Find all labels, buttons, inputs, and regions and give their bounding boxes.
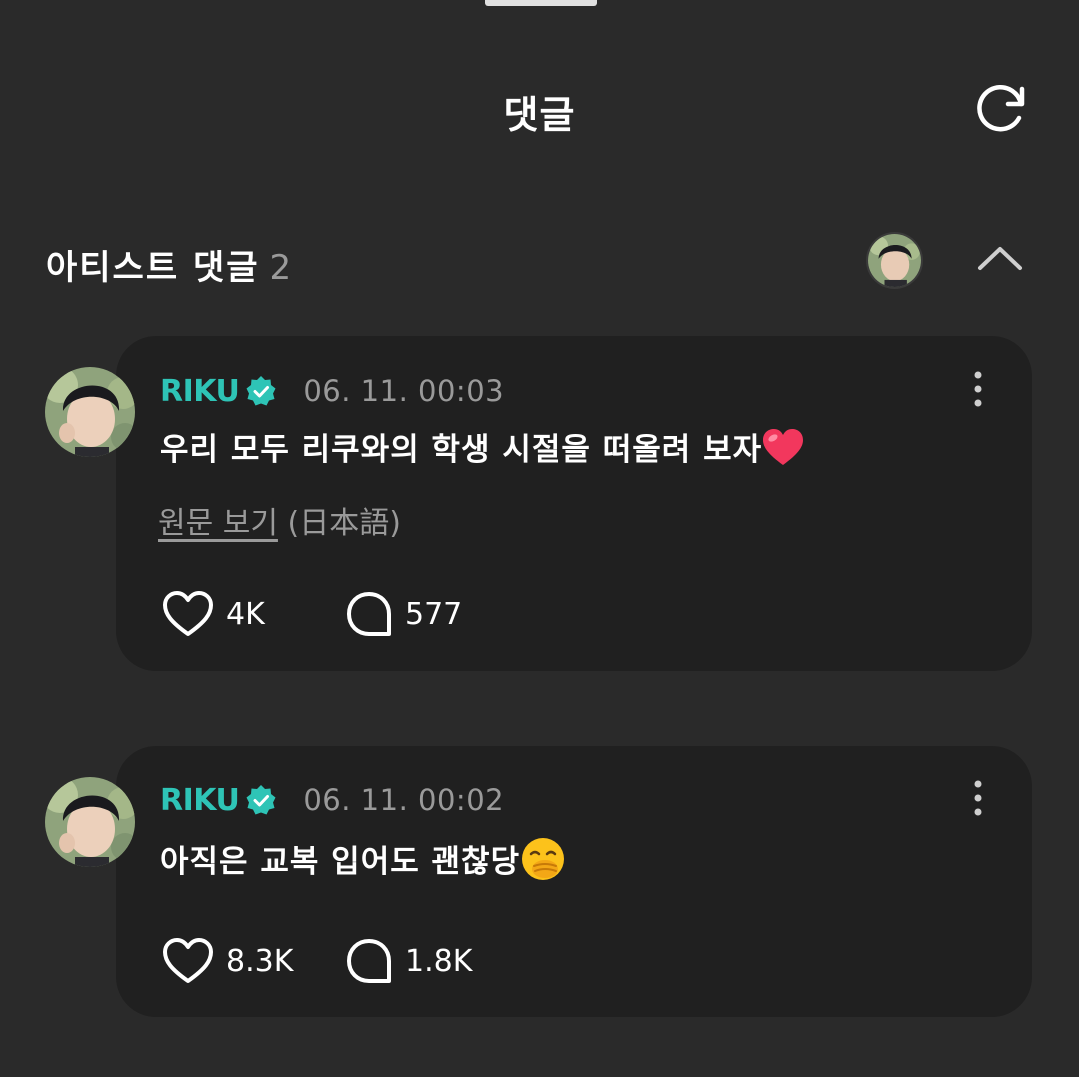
comment-avatar[interactable] xyxy=(45,367,135,457)
more-options-button[interactable] xyxy=(965,370,991,408)
like-button[interactable]: 8.3K xyxy=(162,937,293,985)
red-heart-icon xyxy=(763,429,804,465)
speech-bubble-icon xyxy=(347,592,391,636)
heart-outline-icon xyxy=(163,938,213,983)
collapse-button[interactable] xyxy=(974,238,1026,278)
verified-badge-icon xyxy=(246,785,276,815)
artist-comments-header: 아티스트 댓글 2 xyxy=(46,240,291,289)
like-count: 8.3K xyxy=(226,943,294,979)
comment-timestamp: 06. 11. 00:03 xyxy=(303,374,505,408)
comment-avatar[interactable] xyxy=(45,777,135,867)
reply-count: 1.8K xyxy=(405,943,473,979)
like-count: 4K xyxy=(226,596,265,632)
face-with-hand-over-mouth-icon xyxy=(522,838,565,880)
reply-count: 577 xyxy=(405,596,463,632)
translation-toggle: 원문 보기 (日本語) xyxy=(158,498,401,542)
like-button[interactable]: 4K xyxy=(162,590,265,638)
more-vertical-icon xyxy=(974,780,982,816)
refresh-icon xyxy=(977,85,1025,132)
avatar-image xyxy=(45,777,135,867)
reply-button[interactable]: 577 xyxy=(345,590,462,638)
comment-meta: RIKU 06. 11. 00:02 xyxy=(160,780,504,820)
artist-comments-count: 2 xyxy=(269,248,292,288)
avatar-image xyxy=(45,367,135,457)
comment-meta: RIKU 06. 11. 00:03 xyxy=(160,371,504,411)
comment-timestamp: 06. 11. 00:02 xyxy=(303,783,505,817)
more-options-button[interactable] xyxy=(965,779,991,817)
view-original-link[interactable]: 원문 보기 xyxy=(158,506,278,541)
comment-body: 우리 모두 리쿠와의 학생 시절을 떠올려 보자 xyxy=(160,424,804,469)
artist-comments-title: 아티스트 댓글 xyxy=(46,248,260,288)
original-language: (日本語) xyxy=(287,506,401,541)
comment-text: 아직은 교복 입어도 괜찮당 xyxy=(160,844,521,880)
comment-username[interactable]: RIKU xyxy=(160,374,240,409)
avatar-image xyxy=(868,234,921,287)
artist-avatar[interactable] xyxy=(866,232,923,289)
sheet-drag-handle[interactable] xyxy=(485,0,597,6)
comment-text: 우리 모두 리쿠와의 학생 시절을 떠올려 보자 xyxy=(160,432,763,468)
more-vertical-icon xyxy=(974,371,982,407)
verified-badge-icon xyxy=(246,376,276,406)
reply-button[interactable]: 1.8K xyxy=(345,937,472,985)
heart-outline-icon xyxy=(163,591,213,636)
refresh-button[interactable] xyxy=(972,80,1030,138)
comment-body: 아직은 교복 입어도 괜찮당 xyxy=(160,836,566,882)
page-title: 댓글 xyxy=(503,93,576,137)
comment-username[interactable]: RIKU xyxy=(160,783,240,818)
chevron-up-icon xyxy=(978,247,1022,270)
speech-bubble-icon xyxy=(347,939,391,983)
